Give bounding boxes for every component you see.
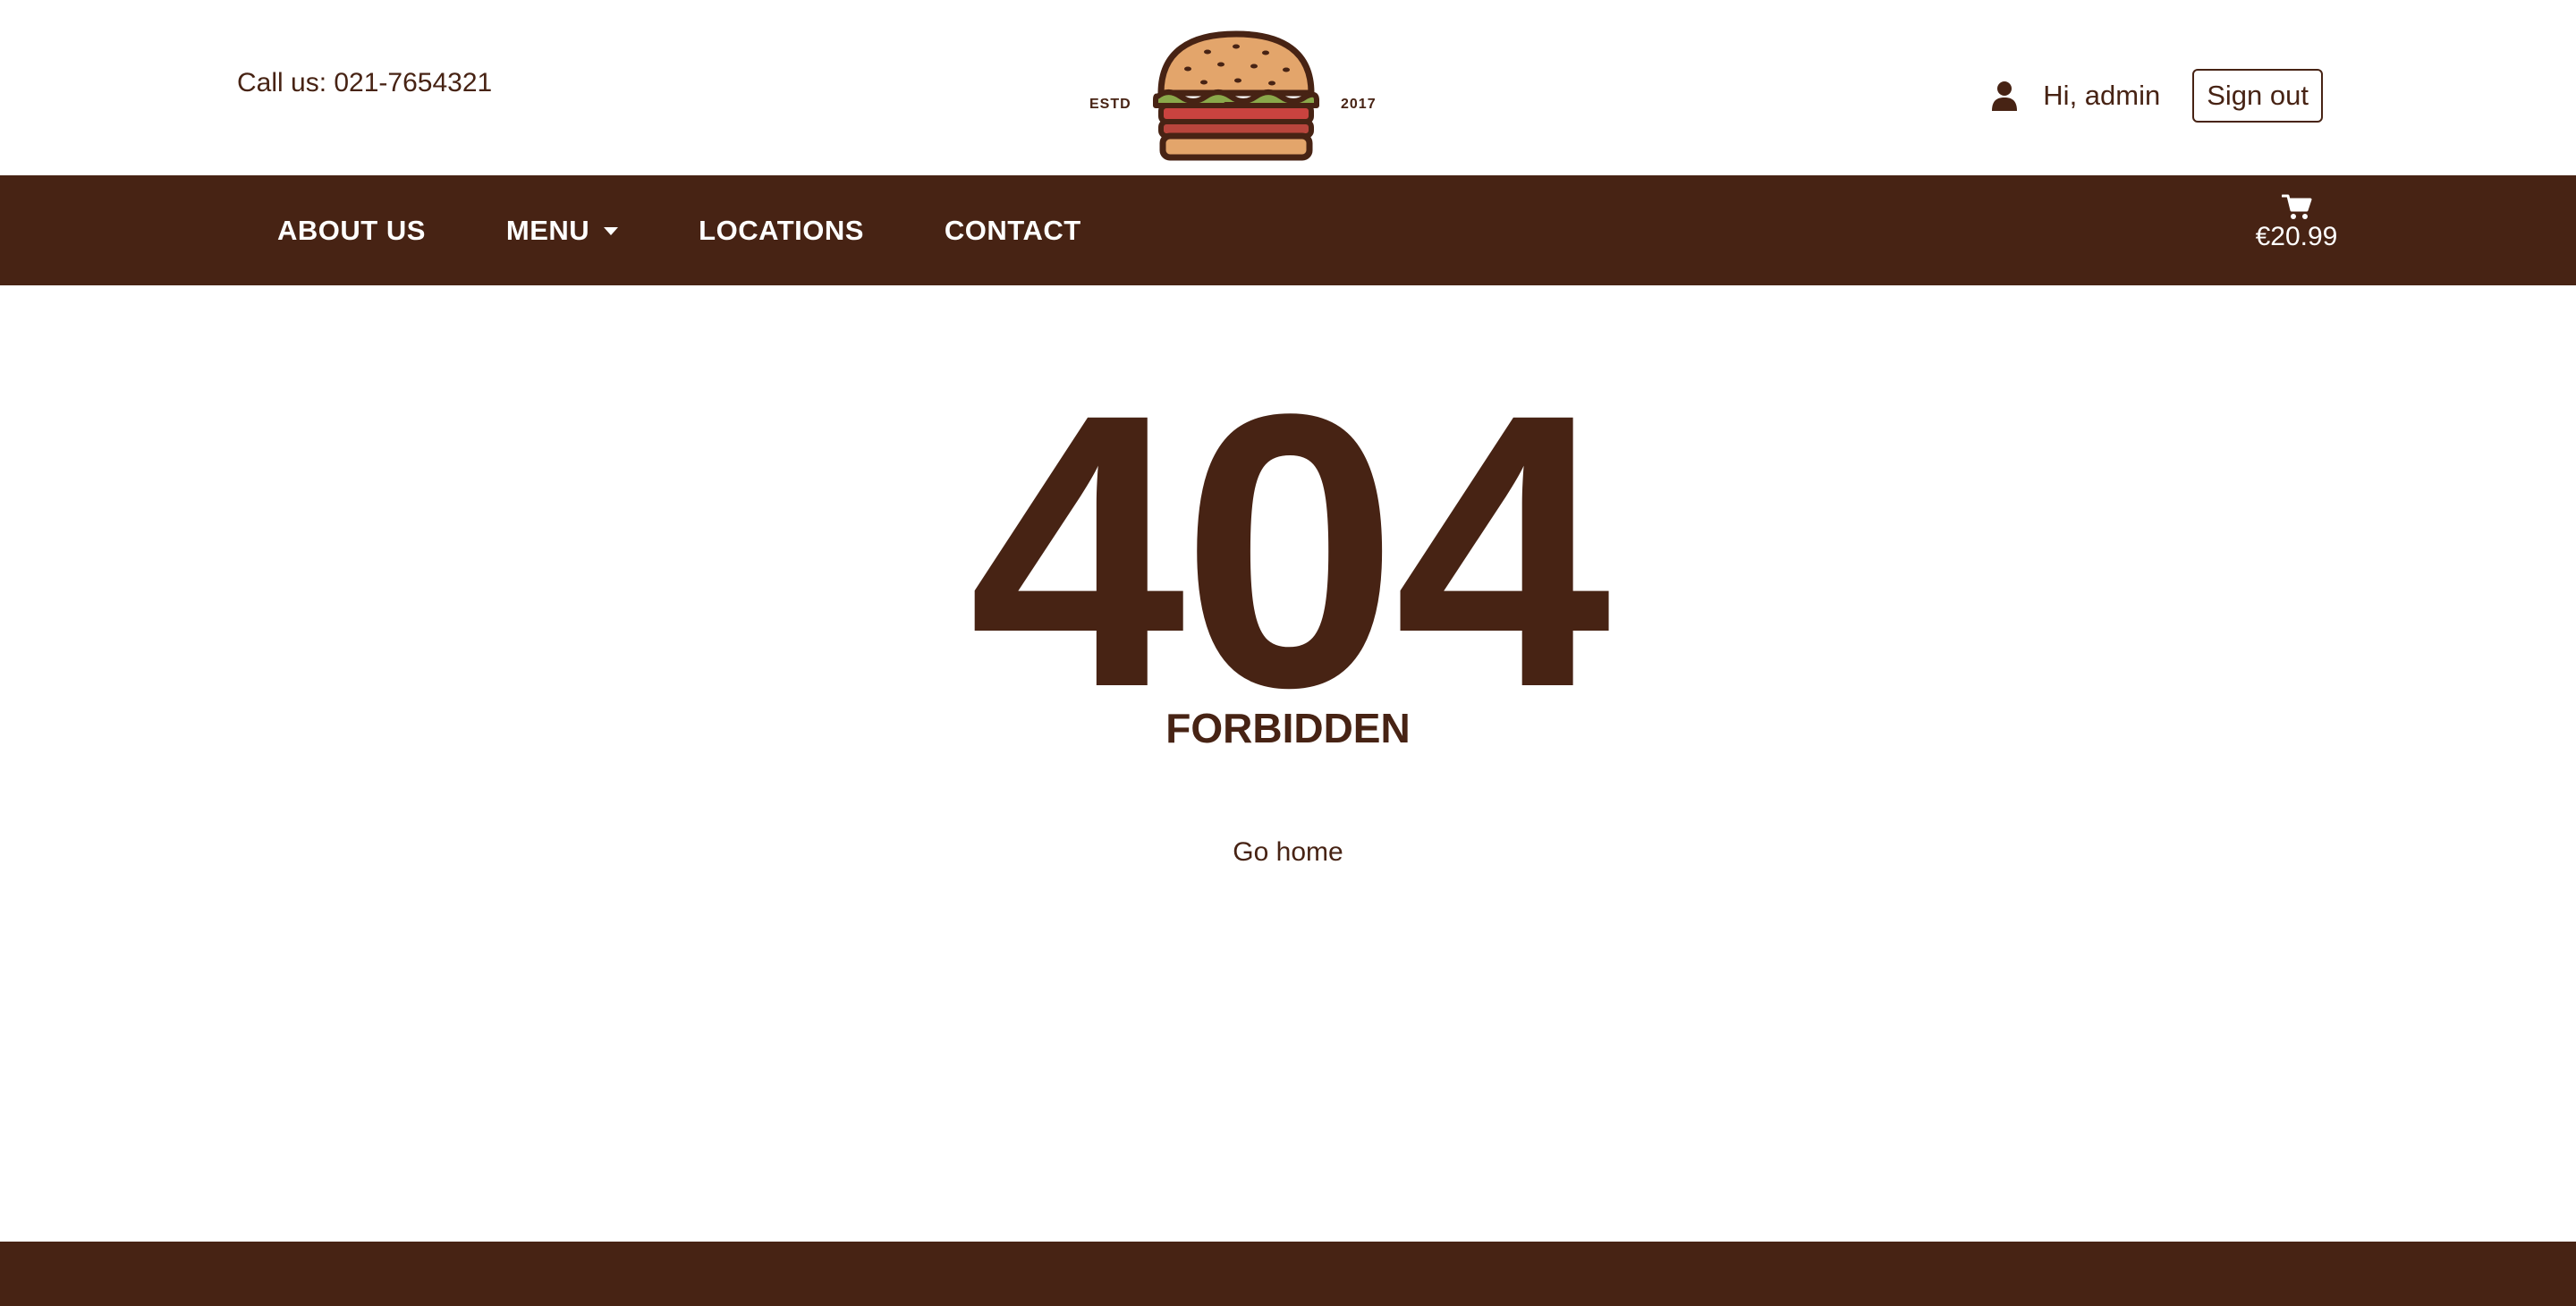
error-content: 404 FORBIDDEN Go home <box>0 285 2576 1242</box>
go-home-container: Go home <box>0 837 2576 868</box>
footer <box>0 1242 2576 1306</box>
user-greeting: Hi, admin <box>2043 80 2161 111</box>
nav-contact-label: CONTACT <box>944 214 1081 246</box>
error-message: FORBIDDEN <box>1165 705 1411 751</box>
logo-estd-text: ESTD <box>1089 97 1131 112</box>
cart-total: €20.99 <box>2255 222 2338 251</box>
caret-down-icon <box>604 227 619 235</box>
user-icon <box>1992 81 2018 111</box>
main-navbar: ABOUT US MENU LOCATIONS CONTACT €20.99 <box>0 175 2576 285</box>
phone-number: Call us: 021-7654321 <box>237 68 493 98</box>
nav-menu-dropdown[interactable]: MENU <box>505 214 619 247</box>
nav-locations[interactable]: LOCATIONS <box>699 215 864 247</box>
go-home-link[interactable]: Go home <box>1233 837 1343 867</box>
nav-menu-label: MENU <box>505 214 590 246</box>
sign-out-button[interactable]: Sign out <box>2192 69 2323 123</box>
logo-year-text: 2017 <box>1341 97 1377 112</box>
top-header: Call us: 021-7654321 ESTD 2017 Hi, admin… <box>0 0 2576 175</box>
error-code: 404 <box>969 334 1611 768</box>
nav-about-us[interactable]: ABOUT US <box>277 215 426 247</box>
nav-links: ABOUT US MENU LOCATIONS CONTACT <box>277 175 1162 285</box>
nav-locations-label: LOCATIONS <box>699 214 864 246</box>
cart-button[interactable]: €20.99 <box>2245 193 2348 252</box>
site-logo[interactable]: ESTD 2017 <box>1082 29 1395 163</box>
nav-about-us-label: ABOUT US <box>277 214 426 246</box>
cart-icon <box>2281 194 2311 219</box>
nav-contact[interactable]: CONTACT <box>945 215 1081 247</box>
user-area: Hi, admin Sign out <box>1991 69 2323 123</box>
burger-icon: ESTD 2017 <box>1089 30 1377 161</box>
